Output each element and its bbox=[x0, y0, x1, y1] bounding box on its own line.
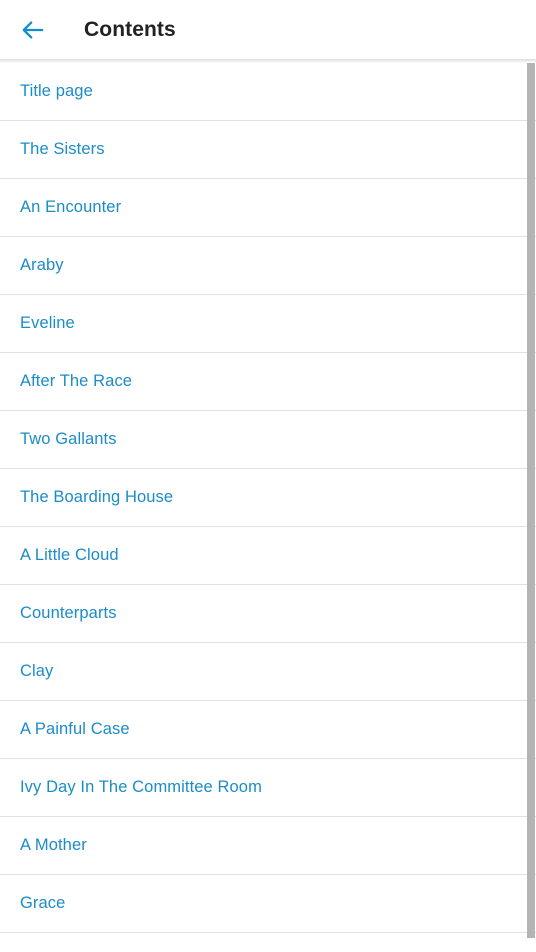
list-item[interactable]: Eveline bbox=[0, 295, 536, 353]
list-item-label[interactable]: After The Race bbox=[20, 372, 132, 392]
list-item[interactable]: Counterparts bbox=[0, 585, 536, 643]
arrow-left-icon bbox=[20, 17, 46, 43]
vertical-scrollbar[interactable] bbox=[527, 63, 536, 952]
list-item-label[interactable]: Araby bbox=[20, 256, 64, 276]
back-button[interactable] bbox=[14, 11, 52, 49]
list-item[interactable]: Araby bbox=[0, 237, 536, 295]
list-item-label[interactable]: The Sisters bbox=[20, 140, 105, 160]
list-item-label[interactable]: A Painful Case bbox=[20, 720, 130, 740]
list-item[interactable]: Title page bbox=[0, 63, 536, 121]
list-item[interactable]: The Sisters bbox=[0, 121, 536, 179]
list-item[interactable]: An Encounter bbox=[0, 179, 536, 237]
list-item-label[interactable]: Title page bbox=[20, 82, 93, 102]
page-title: Contents bbox=[84, 18, 176, 41]
list-item-label[interactable]: An Encounter bbox=[20, 198, 121, 218]
list-item-label[interactable]: Eveline bbox=[20, 314, 75, 334]
contents-screen: Contents Title page The Sisters An Encou… bbox=[0, 0, 536, 952]
list-item-label[interactable]: The Boarding House bbox=[20, 488, 173, 508]
list-item-label[interactable]: A Little Cloud bbox=[20, 546, 119, 566]
contents-list: Title page The Sisters An Encounter Arab… bbox=[0, 63, 536, 933]
app-bar-divider bbox=[0, 59, 536, 63]
contents-list-viewport: Title page The Sisters An Encounter Arab… bbox=[0, 63, 536, 952]
list-item-label[interactable]: Clay bbox=[20, 662, 53, 682]
app-bar: Contents bbox=[0, 0, 536, 59]
list-item-label[interactable]: Two Gallants bbox=[20, 430, 117, 450]
list-item[interactable]: Two Gallants bbox=[0, 411, 536, 469]
list-item[interactable]: A Little Cloud bbox=[0, 527, 536, 585]
list-item[interactable]: A Painful Case bbox=[0, 701, 536, 759]
list-item-label[interactable]: Grace bbox=[20, 894, 65, 914]
list-item[interactable]: Clay bbox=[0, 643, 536, 701]
list-item[interactable]: A Mother bbox=[0, 817, 536, 875]
scrollbar-thumb[interactable] bbox=[527, 63, 535, 938]
list-item-label[interactable]: Counterparts bbox=[20, 604, 117, 624]
list-item[interactable]: After The Race bbox=[0, 353, 536, 411]
list-item-label[interactable]: Ivy Day In The Committee Room bbox=[20, 778, 262, 798]
list-item-label[interactable]: A Mother bbox=[20, 836, 87, 856]
list-item[interactable]: Grace bbox=[0, 875, 536, 933]
list-item[interactable]: Ivy Day In The Committee Room bbox=[0, 759, 536, 817]
list-item[interactable]: The Boarding House bbox=[0, 469, 536, 527]
